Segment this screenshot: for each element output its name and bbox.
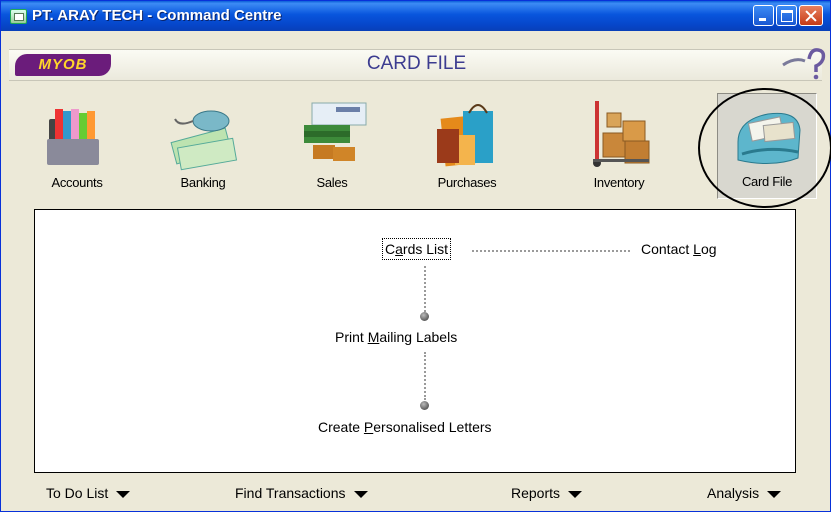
connector-line: [424, 266, 426, 312]
chevron-down-icon: [767, 490, 782, 498]
cards-list-text-1: C: [385, 241, 396, 257]
sales-button[interactable]: Sales: [278, 99, 386, 195]
create-letters-text-3: ersonalised Letters: [373, 419, 492, 435]
print-mailing-text-1: Print: [335, 329, 368, 345]
contact-log-text-2: L: [693, 241, 701, 257]
cards-list-text-3: rds List: [402, 241, 449, 257]
accounts-button[interactable]: Accounts: [23, 99, 131, 195]
create-letters-text-2: P: [363, 419, 374, 435]
cards-list-text-2: a: [395, 241, 403, 257]
accounts-icon: [47, 109, 99, 165]
print-mailing-labels-link[interactable]: Print Mailing Labels: [335, 329, 457, 345]
purchases-label: Purchases: [437, 175, 497, 190]
inventory-icon: [593, 101, 650, 167]
flow-arrow-icon: [420, 312, 429, 321]
command-centre-window: PT. ARAY TECH - Command Centre MYOB CARD…: [0, 0, 831, 512]
chevron-down-icon: [568, 490, 583, 498]
minimize-button[interactable]: [753, 5, 774, 26]
analysis-menu[interactable]: Analysis: [707, 485, 782, 501]
inventory-button[interactable]: Inventory: [565, 99, 673, 195]
close-button[interactable]: [799, 5, 823, 26]
card-file-button[interactable]: Card File: [717, 93, 817, 199]
purchases-icon: [437, 104, 493, 167]
contact-log-text-1: Contact: [641, 241, 694, 257]
contact-log-link[interactable]: Contact Log: [641, 241, 717, 257]
title-bar[interactable]: PT. ARAY TECH - Command Centre: [1, 1, 830, 31]
connector-line: [472, 250, 630, 252]
todo-list-label: To Do List: [46, 485, 109, 501]
cards-list-link[interactable]: Cards List: [381, 238, 452, 260]
accounts-label: Accounts: [51, 175, 103, 190]
banking-label: Banking: [180, 175, 226, 190]
print-mailing-text-2: M: [367, 329, 380, 345]
reports-menu[interactable]: Reports: [511, 485, 583, 501]
flow-panel: Cards List Contact Log Print Mailing Lab…: [34, 209, 796, 473]
banking-button[interactable]: Banking: [149, 99, 257, 195]
flow-arrow-icon: [420, 401, 429, 410]
inventory-label: Inventory: [593, 175, 645, 190]
page-title: CARD FILE: [366, 53, 467, 74]
todo-list-menu[interactable]: To Do List: [46, 485, 131, 501]
find-transactions-label: Find Transactions: [235, 485, 346, 501]
create-letters-text-1: Create: [318, 419, 364, 435]
banking-icon: [170, 110, 238, 171]
purchases-button[interactable]: Purchases: [413, 99, 521, 195]
contact-log-text-3: og: [700, 241, 717, 257]
app-window-icon[interactable]: [10, 9, 27, 24]
maximize-button[interactable]: [776, 5, 797, 26]
help-icon[interactable]: [781, 45, 826, 81]
analysis-label: Analysis: [707, 485, 760, 501]
card-file-label: Card File: [741, 174, 793, 189]
sales-icon: [304, 102, 367, 161]
connector-line: [424, 352, 426, 400]
window-title: PT. ARAY TECH - Command Centre: [32, 7, 282, 24]
chevron-down-icon: [353, 490, 368, 498]
card-file-icon: [737, 112, 801, 164]
find-transactions-menu[interactable]: Find Transactions: [235, 485, 368, 501]
create-personalised-letters-link[interactable]: Create Personalised Letters: [318, 419, 492, 435]
chevron-down-icon: [116, 490, 131, 498]
reports-label: Reports: [511, 485, 561, 501]
print-mailing-text-3: ailing Labels: [379, 329, 458, 345]
sales-label: Sales: [316, 175, 348, 190]
